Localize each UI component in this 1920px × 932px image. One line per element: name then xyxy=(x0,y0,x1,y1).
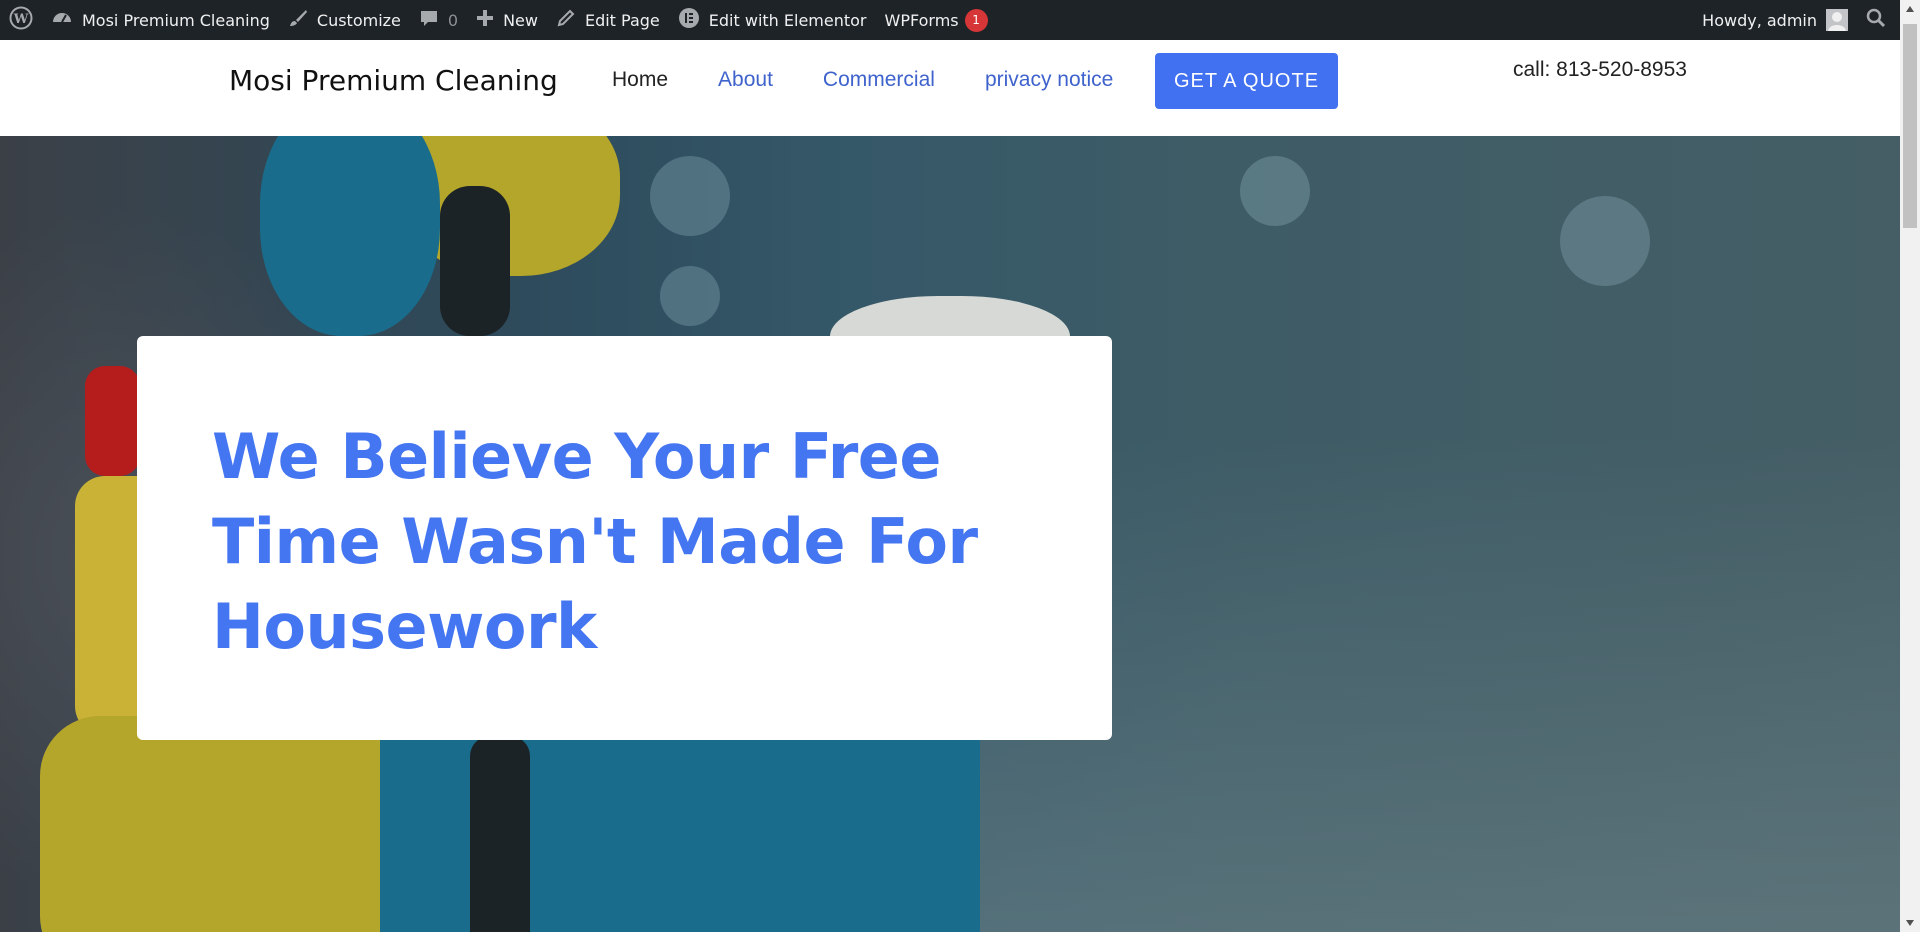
site-name-menu[interactable]: Mosi Premium Cleaning xyxy=(42,0,279,40)
pencil-icon xyxy=(556,8,576,32)
svg-text:W: W xyxy=(13,12,29,27)
get-a-quote-button[interactable]: GET A QUOTE xyxy=(1155,53,1338,109)
search-icon xyxy=(1866,8,1886,32)
site-title[interactable]: Mosi Premium Cleaning xyxy=(229,64,558,97)
edit-elementor-label: Edit with Elementor xyxy=(708,10,867,30)
site-name-label: Mosi Premium Cleaning xyxy=(82,10,270,30)
main-navigation: Home About Commercial privacy notice xyxy=(612,52,1163,108)
wp-admin-bar: W Mosi Premium Cleaning Customize 0 New … xyxy=(0,0,1900,40)
comments-menu[interactable]: 0 xyxy=(410,0,467,40)
dashboard-icon xyxy=(51,7,73,33)
avatar xyxy=(1826,9,1848,31)
nav-link-privacy-notice[interactable]: privacy notice xyxy=(985,68,1113,92)
new-label: New xyxy=(503,10,538,30)
site-header: Mosi Premium Cleaning Home About Commerc… xyxy=(0,40,1900,136)
plus-icon xyxy=(476,9,494,31)
edit-page-menu[interactable]: Edit Page xyxy=(547,0,669,40)
new-content-menu[interactable]: New xyxy=(467,0,547,40)
customize-menu[interactable]: Customize xyxy=(279,0,410,40)
hero-headline: We Believe Your Free Time Wasn't Made Fo… xyxy=(212,420,978,663)
nav-link-home[interactable]: Home xyxy=(612,68,668,92)
wordpress-logo-menu[interactable]: W xyxy=(0,0,42,40)
edit-elementor-menu[interactable]: Edit with Elementor xyxy=(669,0,876,40)
scroll-up-arrow-icon[interactable] xyxy=(1900,0,1920,18)
wordpress-logo-icon: W xyxy=(9,6,33,34)
comment-icon xyxy=(419,8,439,32)
scroll-down-arrow-icon[interactable] xyxy=(1900,914,1920,932)
wpforms-menu[interactable]: WPForms 1 xyxy=(876,0,997,40)
customize-label: Customize xyxy=(316,10,401,30)
brush-icon xyxy=(288,8,308,32)
howdy-label: Howdy, admin xyxy=(1702,10,1817,30)
edit-page-label: Edit Page xyxy=(584,10,660,30)
scrollbar-thumb[interactable] xyxy=(1903,24,1917,228)
elementor-icon xyxy=(678,7,700,33)
nav-link-about[interactable]: About xyxy=(718,68,773,92)
page-scrollbar[interactable] xyxy=(1900,0,1920,932)
hero-section: We Believe Your Free Time Wasn't Made Fo… xyxy=(0,136,1900,932)
my-account-menu[interactable]: Howdy, admin xyxy=(1693,0,1857,40)
comments-count: 0 xyxy=(447,10,459,30)
hero-card: We Believe Your Free Time Wasn't Made Fo… xyxy=(137,336,1112,740)
wpforms-notification-badge: 1 xyxy=(964,8,988,32)
search-button[interactable] xyxy=(1857,0,1900,40)
nav-link-commercial[interactable]: Commercial xyxy=(823,68,935,92)
wpforms-label: WPForms xyxy=(884,10,959,30)
phone-number: call: 813-520-8953 xyxy=(1513,58,1687,81)
